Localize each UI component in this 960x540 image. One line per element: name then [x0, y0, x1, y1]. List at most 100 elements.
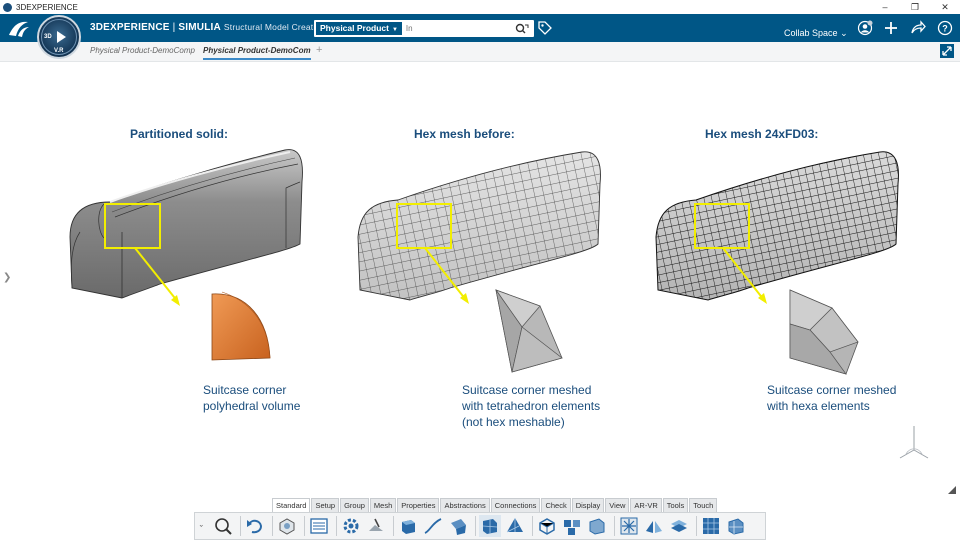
section-tab-properties[interactable]: Properties: [397, 498, 440, 512]
layered-cube-icon[interactable]: [668, 515, 690, 537]
window-title: 3DEXPERIENCE: [16, 2, 78, 12]
chevron-down-icon: ⌄: [840, 28, 848, 38]
section-tab-abstractions[interactable]: Abstractions: [440, 498, 490, 512]
toolbar-separator: [532, 516, 533, 536]
chevron-down-icon: ▼: [391, 27, 398, 33]
mesh-cube-icon[interactable]: [725, 515, 747, 537]
section-tabs: Standard Setup Group Mesh Properties Abs…: [272, 498, 718, 512]
toolbar-separator: [304, 516, 305, 536]
toolbar-separator: [696, 516, 697, 536]
section-tab-touch[interactable]: Touch: [689, 498, 718, 512]
section-tab-ar-vr[interactable]: AR-VR: [630, 498, 662, 512]
corner-solid-orange: [211, 291, 271, 361]
close-button[interactable]: ✕: [930, 0, 960, 14]
brand-product: SIMULIA: [178, 22, 221, 33]
3d-viewport[interactable]: ❯ Partitioned solid: Hex mesh before: He…: [0, 62, 960, 496]
expand-icon[interactable]: [940, 44, 954, 58]
section-tab-display[interactable]: Display: [571, 498, 605, 512]
tag-icon[interactable]: [538, 21, 552, 35]
top-bar: 3DEXPERIENCE | SIMULIA Structural Model …: [0, 14, 960, 42]
gear-mesh-icon[interactable]: [340, 515, 362, 537]
hex-mesh-24xfd03-model: [655, 151, 899, 304]
section-tab-connections[interactable]: Connections: [490, 498, 541, 512]
box-solid-icon[interactable]: [397, 515, 419, 537]
compass-widget[interactable]: 3D V.R: [37, 15, 81, 59]
section-tab-view[interactable]: View: [605, 498, 630, 512]
share-icon[interactable]: [910, 20, 926, 36]
panel-heading-partitioned: Partitioned solid:: [130, 127, 229, 141]
resize-corner-icon[interactable]: [946, 484, 958, 496]
panel-heading-before: Hex mesh before:: [414, 127, 515, 141]
play-icon: [57, 31, 66, 43]
caption-partitioned: Suitcase corner polyhedral volume: [203, 382, 300, 414]
compass-3d-label: 3D: [44, 34, 52, 40]
caption-before: Suitcase corner meshed with tetrahedron …: [462, 382, 600, 430]
caption-line: with tetrahedron elements: [462, 399, 601, 413]
snowflake-mesh-icon[interactable]: [618, 515, 640, 537]
add-icon[interactable]: [883, 20, 899, 36]
minimize-button[interactable]: –: [870, 0, 900, 14]
caption-line: with hexa elements: [767, 399, 870, 413]
search-bar: Physical Product ▼: [314, 20, 534, 37]
tab-physical-product-1[interactable]: Physical Product-DemoComp: [90, 46, 195, 55]
transform-icon[interactable]: [536, 515, 558, 537]
section-tab-setup[interactable]: Setup: [311, 498, 340, 512]
search-input[interactable]: [405, 22, 516, 35]
app-icon: [3, 2, 12, 12]
split-icon[interactable]: [643, 515, 665, 537]
document-tabs: Physical Product-DemoComp Physical Produ…: [0, 42, 960, 62]
caption-line: Suitcase corner meshed: [767, 383, 897, 397]
panel-heading-24xfd03: Hex mesh 24xFD03:: [705, 127, 819, 141]
window-titlebar: 3DEXPERIENCE – ❐ ✕: [0, 0, 960, 14]
toolbar-separator: [393, 516, 394, 536]
collab-space-dropdown[interactable]: Collab Space ⌄: [784, 28, 848, 39]
add-tab-button[interactable]: +: [316, 44, 322, 56]
chevron-down-icon[interactable]: [199, 515, 209, 537]
caption-line: Suitcase corner meshed: [462, 383, 592, 397]
surface-icon[interactable]: [447, 515, 469, 537]
caption-line: polyhedral volume: [203, 399, 301, 413]
search-icon[interactable]: [515, 23, 529, 34]
check-tool-icon[interactable]: [365, 515, 387, 537]
ds-logo-icon[interactable]: [6, 18, 32, 40]
cube-frame-icon[interactable]: [586, 515, 608, 537]
section-tab-check[interactable]: Check: [541, 498, 571, 512]
user-icon[interactable]: [857, 20, 873, 36]
toolbar-separator: [475, 516, 476, 536]
partitioned-solid-model: [69, 149, 303, 306]
window-controls: – ❐ ✕: [870, 0, 960, 14]
toolbar-separator: [336, 516, 337, 536]
axis-triad-icon[interactable]: [896, 420, 932, 462]
tab-physical-product-2[interactable]: Physical Product-DemoCom: [203, 46, 311, 60]
section-tab-mesh[interactable]: Mesh: [369, 498, 397, 512]
undo-icon[interactable]: [244, 515, 266, 537]
zoom-icon[interactable]: [212, 515, 234, 537]
toolbar-separator: [240, 516, 241, 536]
curve-icon[interactable]: [422, 515, 444, 537]
hex-mesh-icon[interactable]: [479, 515, 501, 537]
section-tab-group[interactable]: Group: [340, 498, 369, 512]
search-scope-label: Physical Product: [320, 23, 389, 33]
caption-line: Suitcase corner: [203, 383, 287, 397]
action-bar: [194, 512, 766, 540]
section-tab-standard[interactable]: Standard: [272, 498, 311, 512]
toolbar-separator: [614, 516, 615, 536]
hexa-corner-element: [789, 289, 859, 375]
grid-cube-icon[interactable]: [700, 515, 722, 537]
search-scope-dropdown[interactable]: Physical Product ▼: [316, 22, 402, 35]
help-icon[interactable]: ?: [937, 20, 953, 36]
compass-version-label: V.R: [54, 48, 64, 54]
restore-button[interactable]: ❐: [900, 0, 930, 14]
section-tab-tools[interactable]: Tools: [662, 498, 689, 512]
tetra-corner-element: [495, 289, 563, 373]
product-icon[interactable]: [276, 515, 298, 537]
multi-cube-icon[interactable]: [561, 515, 583, 537]
tree-list-icon[interactable]: [308, 515, 330, 537]
caption-24xfd03: Suitcase corner meshed with hexa element…: [767, 382, 896, 414]
app-window: 3DEXPERIENCE – ❐ ✕ 3DEXPERIENCE | SIMULI…: [0, 0, 960, 540]
hex-mesh-before-model: [357, 151, 601, 304]
svg-text:?: ?: [942, 24, 948, 34]
tetra-mesh-icon[interactable]: [504, 515, 526, 537]
caption-line: (not hex meshable): [462, 415, 565, 429]
brand-title: 3DEXPERIENCE | SIMULIA Structural Model …: [90, 22, 325, 33]
